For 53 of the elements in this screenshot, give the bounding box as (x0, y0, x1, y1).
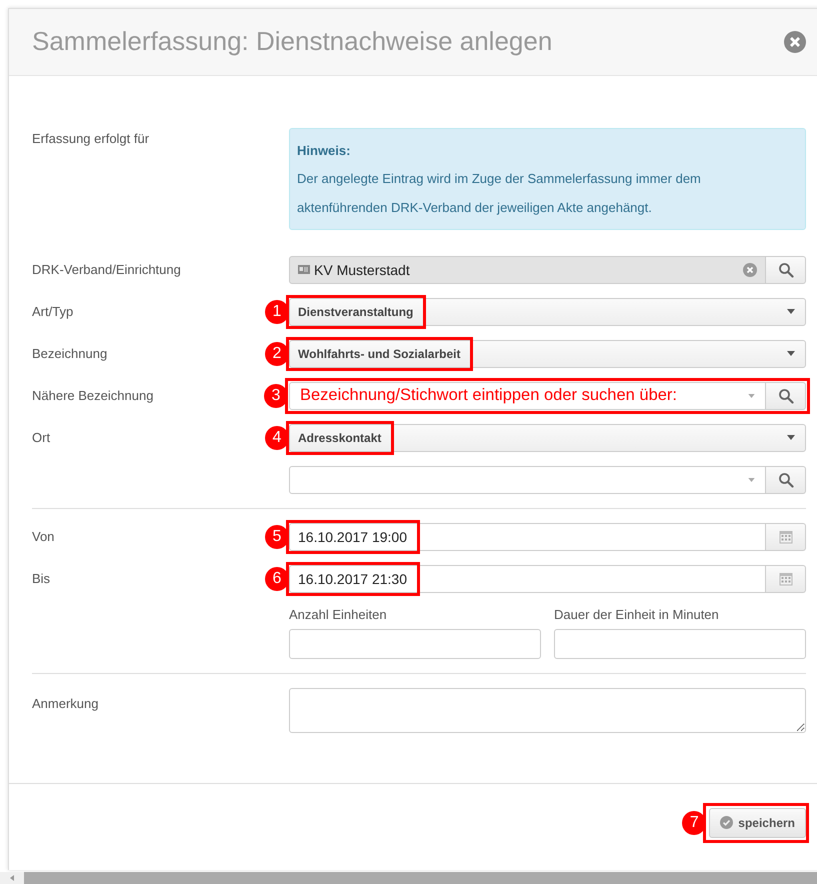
callout-badge: 5 (265, 524, 289, 549)
scrollbar-thumb[interactable] (24, 872, 817, 884)
field-value: KV Musterstadt (314, 262, 411, 278)
search-button[interactable] (766, 256, 806, 284)
caret-icon (787, 309, 795, 314)
callout-badge: 6 (265, 566, 289, 591)
caret-icon (748, 394, 755, 398)
close-button[interactable] (784, 30, 806, 53)
calendar-icon (778, 530, 792, 544)
check-icon (720, 816, 734, 830)
remark-field[interactable] (289, 688, 806, 733)
field-label: DRK-Verband/Einrichtung (32, 262, 181, 278)
field-label: Dauer der Einheit in Minuten (554, 606, 719, 622)
field-label: Ort (32, 430, 50, 446)
caret-icon (787, 435, 795, 440)
search-icon (778, 388, 794, 404)
caret-icon (787, 351, 795, 356)
search-button[interactable] (766, 382, 806, 410)
field-label: Anzahl Einheiten (289, 606, 387, 622)
card-icon (298, 265, 310, 274)
notice-heading: Hinweis: (297, 142, 352, 160)
notice-text: Der angelegte Eintrag wird im Zuge der Sammelerfassung immer dem aktenführenden DRK-Verband der jeweiligen Akte angehängt. (297, 170, 702, 217)
field-label: Anmerkung (32, 696, 98, 711)
callout-badge: 2 (265, 342, 289, 366)
callout-badge: 3 (264, 384, 288, 408)
select-value: Adresskontakt (298, 430, 382, 445)
callout-badge: 4 (265, 426, 289, 450)
select-value: Wohlfahrts- und Sozialarbeit (298, 346, 460, 361)
field-label: Erfassung erfolgt für (32, 130, 150, 146)
search-icon (778, 472, 794, 488)
date-value: 16.10.2017 19:00 (298, 528, 407, 545)
callout-badge: 1 (265, 300, 289, 324)
dialog-title: Sammelerfassung: Dienstnachweise anlegen (32, 26, 552, 58)
date-value: 16.10.2017 21:30 (298, 570, 407, 587)
field-label: Bis (32, 571, 50, 586)
calendar-button[interactable] (766, 522, 806, 551)
field-label: Art/Typ (32, 304, 74, 320)
field-label: Von (32, 529, 54, 544)
save-button[interactable]: speichern (709, 808, 806, 838)
field-label: Bezeichnung (32, 346, 108, 362)
clear-icon[interactable] (743, 262, 757, 277)
calendar-icon (778, 572, 792, 586)
combo-box[interactable]: Bezeichnung/Stichwort eintippen oder suchen über: (289, 382, 766, 410)
input-field[interactable] (554, 628, 806, 659)
calendar-button[interactable] (766, 564, 806, 593)
hint-text: Bezeichnung/Stichwort eintippen oder suchen über: (300, 386, 677, 406)
select-value: Dienstveranstaltung (298, 304, 414, 319)
field-label: Nähere Bezeichnung (32, 388, 154, 404)
search-icon (778, 262, 794, 278)
caret-icon (748, 478, 755, 482)
lookup-field[interactable]: KV Musterstadt (289, 256, 766, 284)
input-field[interactable] (289, 628, 541, 659)
search-button[interactable] (766, 466, 806, 494)
